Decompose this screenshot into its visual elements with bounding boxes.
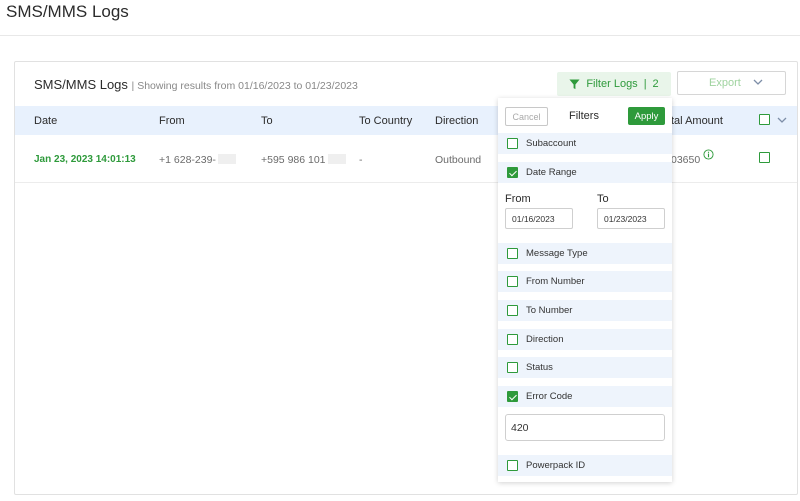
apply-button[interactable]: Apply xyxy=(628,107,665,125)
divider xyxy=(0,35,800,36)
column-header-from[interactable]: From xyxy=(159,115,185,127)
status-checkbox[interactable] xyxy=(507,362,518,373)
redacted-block xyxy=(327,154,346,164)
redacted-block xyxy=(217,154,236,164)
column-header-to-country[interactable]: To Country xyxy=(359,115,412,127)
filter-option-direction[interactable]: Direction xyxy=(498,329,672,350)
filter-label: Powerpack ID xyxy=(526,460,586,471)
filter-label: Subaccount xyxy=(526,138,577,149)
chevron-down-icon xyxy=(753,79,763,85)
export-label: Export xyxy=(709,77,741,89)
powerpack-id-checkbox[interactable] xyxy=(507,460,518,471)
row-checkbox[interactable] xyxy=(759,152,770,163)
subaccount-checkbox[interactable] xyxy=(507,138,518,149)
results-range-text: | Showing results from 01/16/2023 to 01/… xyxy=(131,80,358,92)
column-header-direction[interactable]: Direction xyxy=(435,115,478,127)
filter-option-from-number[interactable]: From Number xyxy=(498,271,672,292)
filter-count-badge: 2 xyxy=(652,78,659,90)
select-all-checkbox[interactable] xyxy=(759,114,770,125)
error-code-checkbox[interactable] xyxy=(507,391,518,402)
filter-label: Date Range xyxy=(526,167,577,178)
table-header: Date From To To Country Direction tal Am… xyxy=(15,106,797,135)
cancel-button[interactable]: Cancel xyxy=(505,107,548,126)
direction-checkbox[interactable] xyxy=(507,334,518,345)
filter-label: Status xyxy=(526,362,553,373)
message-type-checkbox[interactable] xyxy=(507,248,518,259)
column-header-date[interactable]: Date xyxy=(34,115,57,127)
date-range-checkbox[interactable] xyxy=(507,167,518,178)
filters-panel: Cancel Filters Apply Subaccount Date Ran… xyxy=(498,98,672,482)
funnel-icon xyxy=(569,78,580,89)
cell-to-country: - xyxy=(359,154,363,166)
filter-label: To Number xyxy=(526,305,573,316)
cell-total-amount: 03650 xyxy=(671,154,701,166)
filter-option-error-code[interactable]: Error Code xyxy=(498,386,672,407)
filter-option-powerpack-id[interactable]: Powerpack ID xyxy=(498,455,672,476)
error-code-input[interactable]: 420 xyxy=(505,414,665,441)
filter-logs-label: Filter Logs xyxy=(586,78,638,90)
filter-separator: | xyxy=(643,78,647,90)
filter-label: Message Type xyxy=(526,248,588,259)
filter-label: From Number xyxy=(526,276,585,287)
filter-label: Direction xyxy=(526,334,564,345)
date-to-label: To xyxy=(597,193,609,205)
date-from-label: From xyxy=(505,193,531,205)
cell-from: +1 628-239- xyxy=(159,154,236,166)
filter-logs-button[interactable]: Filter Logs | 2 xyxy=(557,72,671,96)
column-header-total-amount[interactable]: tal Amount xyxy=(671,115,723,127)
cell-to: +595 986 101 xyxy=(261,154,346,166)
to-number-checkbox[interactable] xyxy=(507,305,518,316)
card-title: SMS/MMS Logs xyxy=(34,77,128,92)
filter-option-status[interactable]: Status xyxy=(498,357,672,378)
info-icon[interactable] xyxy=(703,149,714,160)
table-row[interactable]: Jan 23, 2023 14:01:13 +1 628-239- +595 9… xyxy=(15,135,797,183)
cell-direction: Outbound xyxy=(435,154,482,166)
column-header-to[interactable]: To xyxy=(261,115,273,127)
to-number: +595 986 101 xyxy=(261,154,326,166)
filter-option-message-type[interactable]: Message Type xyxy=(498,243,672,264)
from-number: +1 628-239- xyxy=(159,154,216,166)
cell-date[interactable]: Jan 23, 2023 14:01:13 xyxy=(34,154,136,165)
date-to-input[interactable]: 01/23/2023 xyxy=(597,208,665,229)
logs-card: SMS/MMS Logs | Showing results from 01/1… xyxy=(14,61,798,495)
from-number-checkbox[interactable] xyxy=(507,276,518,287)
filters-title: Filters xyxy=(569,110,599,122)
export-dropdown[interactable]: Export xyxy=(677,71,786,95)
page-title: SMS/MMS Logs xyxy=(6,2,129,21)
filter-option-date-range[interactable]: Date Range xyxy=(498,162,672,183)
chevron-down-icon[interactable] xyxy=(777,115,787,125)
date-from-input[interactable]: 01/16/2023 xyxy=(505,208,573,229)
filter-option-subaccount[interactable]: Subaccount xyxy=(498,133,672,154)
filter-label: Error Code xyxy=(526,391,573,402)
filter-option-to-number[interactable]: To Number xyxy=(498,300,672,321)
card-heading: SMS/MMS Logs | Showing results from 01/1… xyxy=(34,77,358,92)
